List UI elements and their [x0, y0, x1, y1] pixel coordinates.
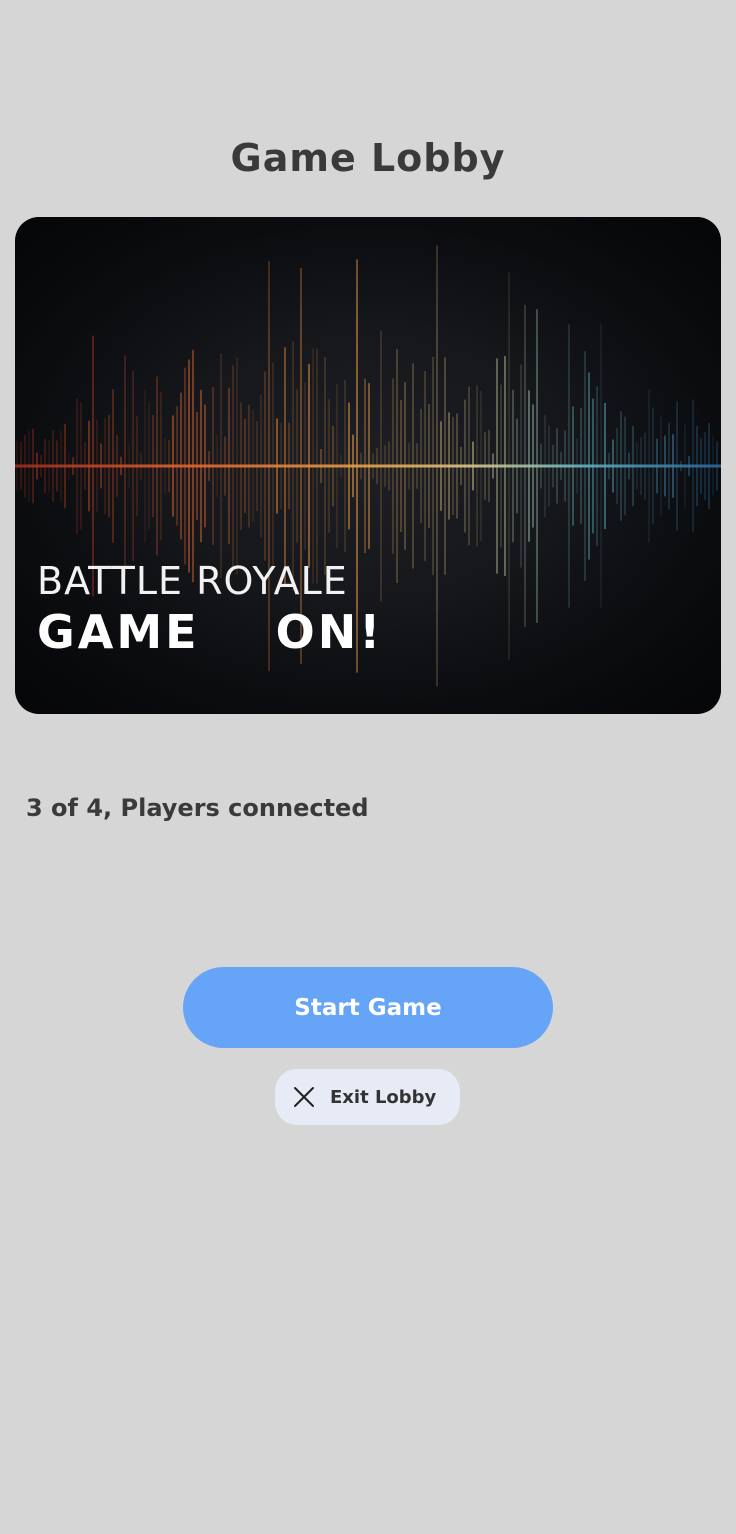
- banner-headline: GAME ON!: [37, 605, 384, 659]
- page-title: Game Lobby: [230, 136, 506, 180]
- game-banner: BATTLE ROYALE GAME ON!: [15, 217, 721, 714]
- banner-subtitle: BATTLE ROYALE: [37, 559, 348, 603]
- exit-lobby-button[interactable]: Exit Lobby: [275, 1069, 460, 1125]
- start-game-label: Start Game: [294, 994, 442, 1021]
- players-connected-status: 3 of 4, Players connected: [26, 794, 369, 822]
- close-icon: [292, 1085, 316, 1109]
- start-game-button[interactable]: Start Game: [183, 967, 553, 1048]
- exit-lobby-label: Exit Lobby: [330, 1086, 437, 1108]
- game-lobby-screen: Game Lobby BATTLE ROYALE GAME ON! 3 of 4…: [0, 0, 736, 1534]
